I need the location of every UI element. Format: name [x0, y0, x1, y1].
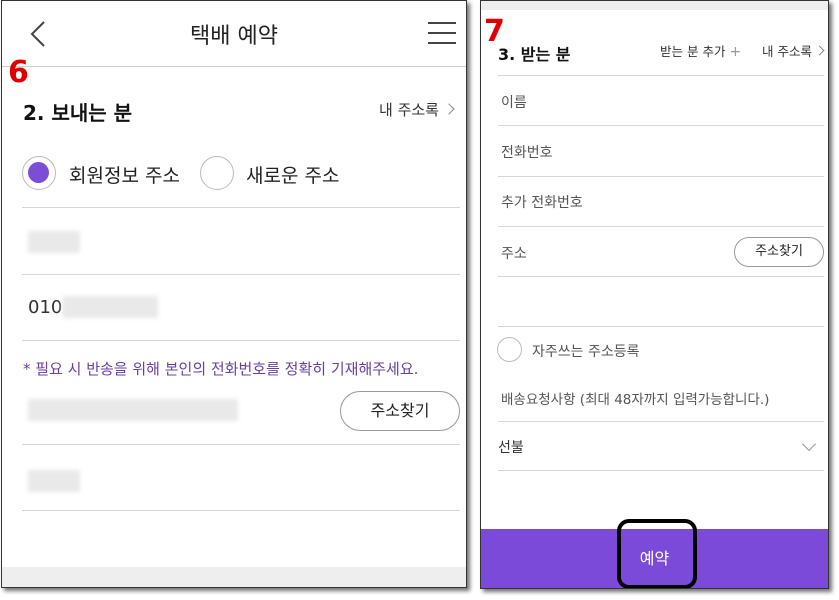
recipient-detail-address-input[interactable]: [498, 278, 824, 324]
sender-phone-field[interactable]: 010: [22, 285, 460, 330]
step-marker: 6: [8, 55, 29, 90]
divider: [498, 326, 824, 327]
divider: [498, 125, 824, 126]
plus-icon: +: [729, 44, 742, 60]
payment-select-value: 선불: [498, 440, 524, 456]
section-title: 2. 보내는 분: [23, 101, 133, 125]
chevron-down-icon: [801, 436, 817, 452]
blurred-name: [28, 231, 80, 253]
divider: [22, 207, 460, 208]
new-address-label: 새로운 주소: [246, 165, 340, 187]
section-separator: [2, 567, 466, 587]
divider: [498, 75, 824, 76]
find-address-button[interactable]: 주소찾기: [340, 391, 460, 431]
section-title: 3. 받는 분: [498, 45, 571, 64]
address-book-link[interactable]: 내 주소록: [762, 41, 825, 60]
divider: [22, 510, 460, 511]
section-separator-top: [481, 1, 828, 10]
recipient-screen: 7 3. 받는 분 받는 분 추가 + 내 주소록 이름 전화번호 추가 전화번호…: [480, 0, 829, 589]
sender-detail-address-field[interactable]: [22, 456, 460, 501]
payment-select[interactable]: 선불: [498, 423, 824, 469]
hamburger-menu-icon[interactable]: [428, 19, 458, 47]
chevron-right-icon: [814, 45, 825, 56]
sender-name-field[interactable]: [22, 221, 460, 266]
blurred-detail-address: [28, 470, 80, 492]
find-address-button[interactable]: 주소찾기: [734, 237, 824, 267]
divider: [498, 421, 824, 422]
blurred-phone: [62, 296, 158, 318]
favorite-address-checkbox[interactable]: [497, 337, 522, 362]
address-book-link[interactable]: 내 주소록: [379, 99, 455, 120]
chevron-right-icon: [443, 102, 455, 115]
member-address-radio[interactable]: [22, 156, 56, 190]
add-recipient-link[interactable]: 받는 분 추가 +: [660, 41, 741, 60]
divider: [22, 274, 460, 275]
divider: [22, 340, 460, 341]
app-bar: 택배 예약: [2, 1, 466, 67]
address-book-label: 내 주소록: [379, 101, 439, 119]
recipient-name-input[interactable]: 이름: [501, 92, 527, 112]
page-title: 택배 예약: [190, 24, 278, 49]
divider: [498, 176, 824, 177]
sender-address-field[interactable]: [22, 391, 322, 431]
recipient-phone-input[interactable]: 전화번호: [501, 142, 553, 162]
add-recipient-label: 받는 분 추가: [660, 44, 726, 59]
blurred-address: [28, 399, 238, 421]
divider: [498, 470, 824, 471]
highlight-annotation: [617, 519, 697, 588]
recipient-extra-phone-input[interactable]: 추가 전화번호: [501, 192, 583, 212]
phone-prefix: 010: [28, 297, 63, 318]
sender-screen: 택배 예약 6 2. 보내는 분 내 주소록 회원정보 주소 새로운 주소 01…: [1, 0, 467, 588]
favorite-address-label: 자주쓰는 주소등록: [532, 344, 640, 360]
recipient-address-label: 주소: [501, 246, 527, 262]
divider: [498, 276, 824, 277]
new-address-radio[interactable]: [200, 156, 234, 190]
delivery-request-input[interactable]: 배송요청사항 (최대 48자까지 입력가능합니다.): [501, 388, 769, 408]
address-book-label: 내 주소록: [762, 44, 812, 59]
divider: [22, 444, 460, 445]
phone-notice: * 필요 시 반송을 위해 본인의 전화번호를 정확히 기재해주세요.: [23, 360, 419, 378]
member-address-label: 회원정보 주소: [69, 165, 180, 187]
divider: [498, 226, 824, 227]
